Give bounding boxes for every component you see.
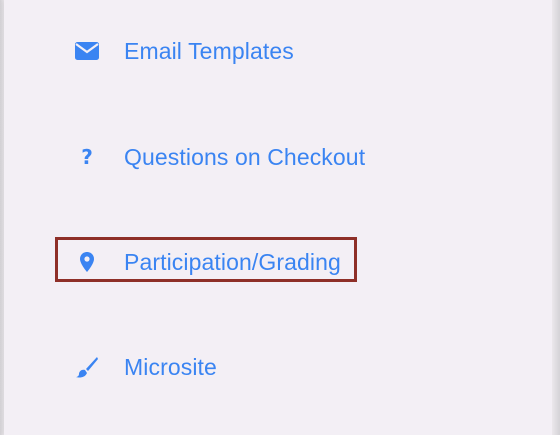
right-shadow-edge bbox=[552, 0, 560, 435]
menu-item-label: Questions on Checkout bbox=[124, 143, 366, 170]
paint-brush-icon bbox=[70, 350, 104, 384]
map-pin-icon bbox=[70, 245, 104, 279]
menu-panel: Email Templates ? Questions on Checkout … bbox=[4, 0, 552, 435]
menu-item-microsite[interactable]: Microsite bbox=[70, 350, 217, 384]
envelope-icon bbox=[70, 34, 104, 68]
menu-item-email-templates[interactable]: Email Templates bbox=[70, 34, 294, 68]
menu-item-label: Participation/Grading bbox=[124, 248, 341, 275]
menu-item-label: Microsite bbox=[124, 353, 217, 380]
menu-item-label: Email Templates bbox=[124, 37, 294, 64]
menu-item-questions-on-checkout[interactable]: ? Questions on Checkout bbox=[70, 140, 365, 174]
question-mark-icon: ? bbox=[81, 145, 93, 169]
menu-item-participation-grading[interactable]: Participation/Grading bbox=[70, 245, 341, 279]
